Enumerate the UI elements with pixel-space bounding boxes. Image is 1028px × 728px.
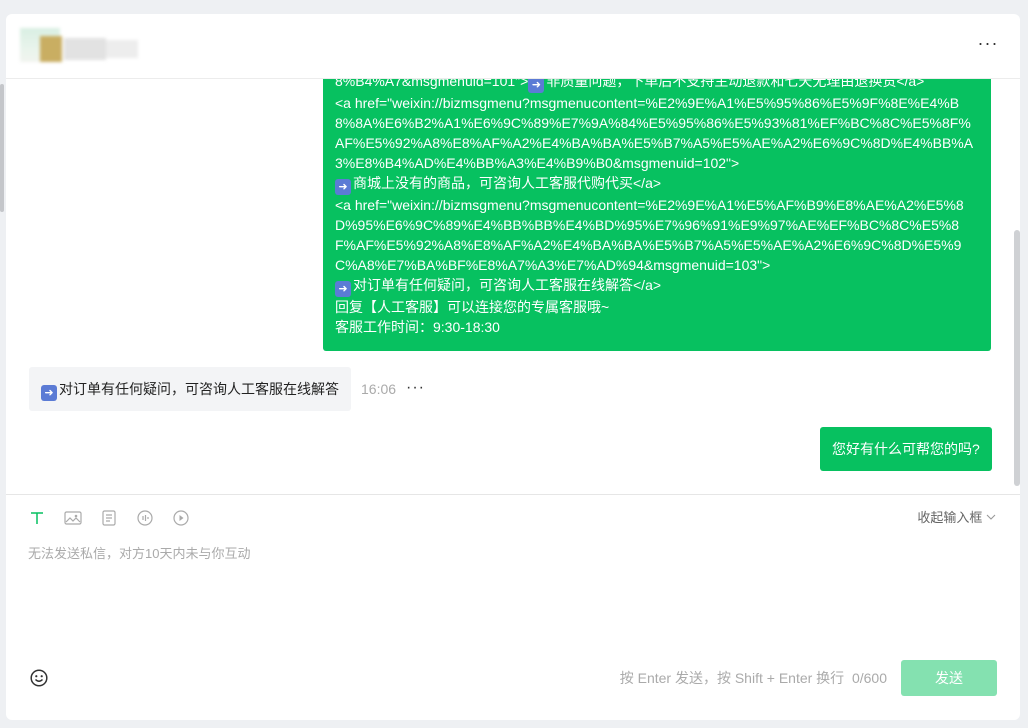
audio-icon [137, 510, 153, 526]
more-horizontal-icon: ··· [977, 33, 999, 53]
video-icon [173, 510, 189, 526]
message-input-placeholder[interactable]: 无法发送私信，对方10天内未与你互动 [28, 545, 250, 563]
chevron-down-icon [986, 514, 996, 520]
text-format-button[interactable] [28, 509, 46, 527]
message-line: 非质量问题，下单后不支持主动退款和七天无理由退换货</a> [546, 79, 925, 89]
collapse-input-label: 收起输入框 [917, 510, 983, 525]
message-line: 回复【人工客服】可以连接您的专属客服哦~ [335, 299, 610, 315]
document-icon [102, 510, 116, 526]
message-line: <a href="weixin://bizmsgmenu?msgmenucont… [335, 95, 974, 171]
character-count: 0/600 [851, 670, 887, 686]
message-timestamp: 16:06 [361, 381, 397, 397]
image-icon [64, 511, 82, 525]
smiley-icon [30, 669, 48, 687]
document-button[interactable] [100, 509, 118, 527]
composer: 收起输入框 无法发送私信，对方10天内未与你互动 按 Enter 发送，按 Sh… [6, 494, 1020, 720]
message-line: <a href="weixin://bizmsgmenu?msgmenucont… [335, 197, 964, 273]
sent-message-bubble[interactable]: 8%B4%A7&msgmenuid=101"> ➜ 非质量问题，下单后不支持主动退款… [323, 79, 991, 351]
more-options-button[interactable]: ··· [976, 33, 1000, 56]
right-arrow-emoji-icon: ➜ [528, 79, 545, 93]
message-line: 商城上没有的商品，可咨询人工客服代购代买</a> [353, 175, 662, 191]
message-list-scrollbar[interactable] [1014, 230, 1020, 486]
page-scrollbar[interactable] [0, 84, 4, 212]
keyboard-hint: 按 Enter 发送，按 Shift + Enter 换行 [619, 670, 845, 686]
send-hint: 按 Enter 发送，按 Shift + Enter 换行 0/600 [620, 669, 887, 687]
sent-message-text: 您好有什么可帮您的吗? [832, 441, 980, 457]
sent-message-bubble[interactable]: 您好有什么可帮您的吗? [820, 427, 992, 471]
message-line: 8%B4%A7&msgmenuid=101"> [335, 79, 529, 89]
image-button[interactable] [64, 509, 82, 527]
chat-header: ··· [6, 14, 1020, 79]
audio-button[interactable] [136, 509, 154, 527]
collapse-input-button[interactable]: 收起输入框 [917, 509, 996, 527]
contact-avatar-blurred[interactable] [20, 28, 140, 62]
message-line: 客服工作时间：9:30-18:30 [335, 319, 500, 335]
text-icon [31, 512, 43, 524]
composer-toolbar [28, 509, 190, 529]
right-arrow-emoji-icon: ➜ [335, 281, 351, 297]
received-message-bubble[interactable]: ➜ 对订单有任何疑问，可咨询人工客服在线解答 [29, 367, 351, 411]
message-more-button[interactable]: ··· [406, 379, 425, 397]
message-list: 8%B4%A7&msgmenuid=101"> ➜ 非质量问题，下单后不支持主动退款… [6, 79, 1020, 494]
right-arrow-emoji-icon: ➜ [41, 385, 57, 401]
message-line: 对订单有任何疑问，可咨询人工客服在线解答</a> [353, 277, 662, 293]
more-horizontal-icon: ··· [406, 379, 425, 396]
emoji-button[interactable] [30, 669, 48, 687]
right-arrow-emoji-icon: ➜ [335, 179, 351, 195]
received-message-text: 对订单有任何疑问，可咨询人工客服在线解答 [59, 381, 339, 397]
send-button[interactable]: 发送 [901, 660, 997, 696]
chat-window: ··· 8%B4%A7&msgmenuid=101"> ➜ 非质量问题，下单后不支持… [6, 14, 1020, 720]
video-button[interactable] [172, 509, 190, 527]
